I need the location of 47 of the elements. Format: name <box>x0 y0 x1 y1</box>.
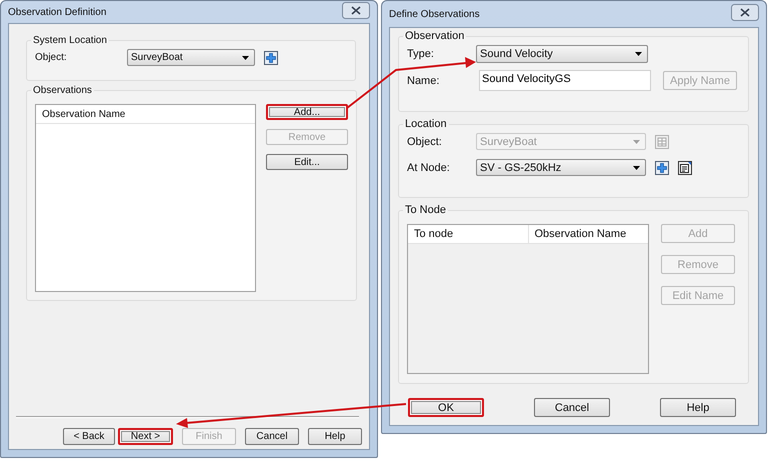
column-header[interactable]: Observation Name <box>528 225 648 243</box>
group-title: Location <box>404 118 448 130</box>
close-icon[interactable] <box>731 4 759 20</box>
plus-icon[interactable] <box>655 160 669 174</box>
group-title: Observations <box>32 85 93 96</box>
button[interactable]: Add... <box>266 104 348 120</box>
close-icon[interactable] <box>342 2 370 18</box>
dropdown[interactable]: Sound Velocity <box>476 45 648 63</box>
dropdown[interactable]: SV - GS-250kHz <box>476 159 646 176</box>
button[interactable]: Next > <box>118 428 173 445</box>
button[interactable]: Help <box>308 428 362 445</box>
dropdown: SurveyBoat <box>476 133 646 150</box>
caret-icon <box>242 56 249 60</box>
field-label: At Node: <box>407 162 451 174</box>
dropdown[interactable]: SurveyBoat <box>127 49 255 66</box>
button[interactable]: < Back <box>63 428 115 445</box>
button: Add <box>661 224 735 243</box>
button[interactable]: Cancel <box>534 398 610 417</box>
window-title: Observation Definition <box>8 6 106 18</box>
button: Finish <box>182 428 236 445</box>
caret-icon <box>633 166 640 170</box>
button: Remove <box>266 129 348 145</box>
caret-icon <box>633 140 640 144</box>
field-label: Type: <box>407 48 435 60</box>
button[interactable]: Edit... <box>266 154 348 170</box>
field-label: Name: <box>407 74 440 86</box>
button: Remove <box>661 255 735 274</box>
column-header[interactable]: To node <box>408 225 528 243</box>
group-title: To Node <box>404 204 447 216</box>
button: Apply Name <box>663 71 737 90</box>
field-label: Object: <box>407 136 443 148</box>
list-box[interactable]: To node Observation Name <box>407 224 649 374</box>
list-box[interactable]: Observation Name <box>35 104 256 292</box>
grid-icon <box>655 134 669 148</box>
text-field[interactable]: Sound VelocityGS <box>479 70 651 91</box>
properties-icon[interactable] <box>678 160 692 174</box>
caret-icon <box>635 52 642 56</box>
button: Edit Name <box>661 286 735 305</box>
window-title: Define Observations <box>389 8 480 20</box>
plus-icon[interactable] <box>264 50 278 64</box>
button[interactable]: Cancel <box>245 428 299 445</box>
field-label: Object: <box>35 52 68 63</box>
column-header[interactable]: Observation Name <box>36 105 132 123</box>
button[interactable]: OK <box>408 398 484 417</box>
button[interactable]: Help <box>660 398 736 417</box>
group-title: Observation <box>404 30 466 42</box>
group-title: System Location <box>32 35 108 46</box>
